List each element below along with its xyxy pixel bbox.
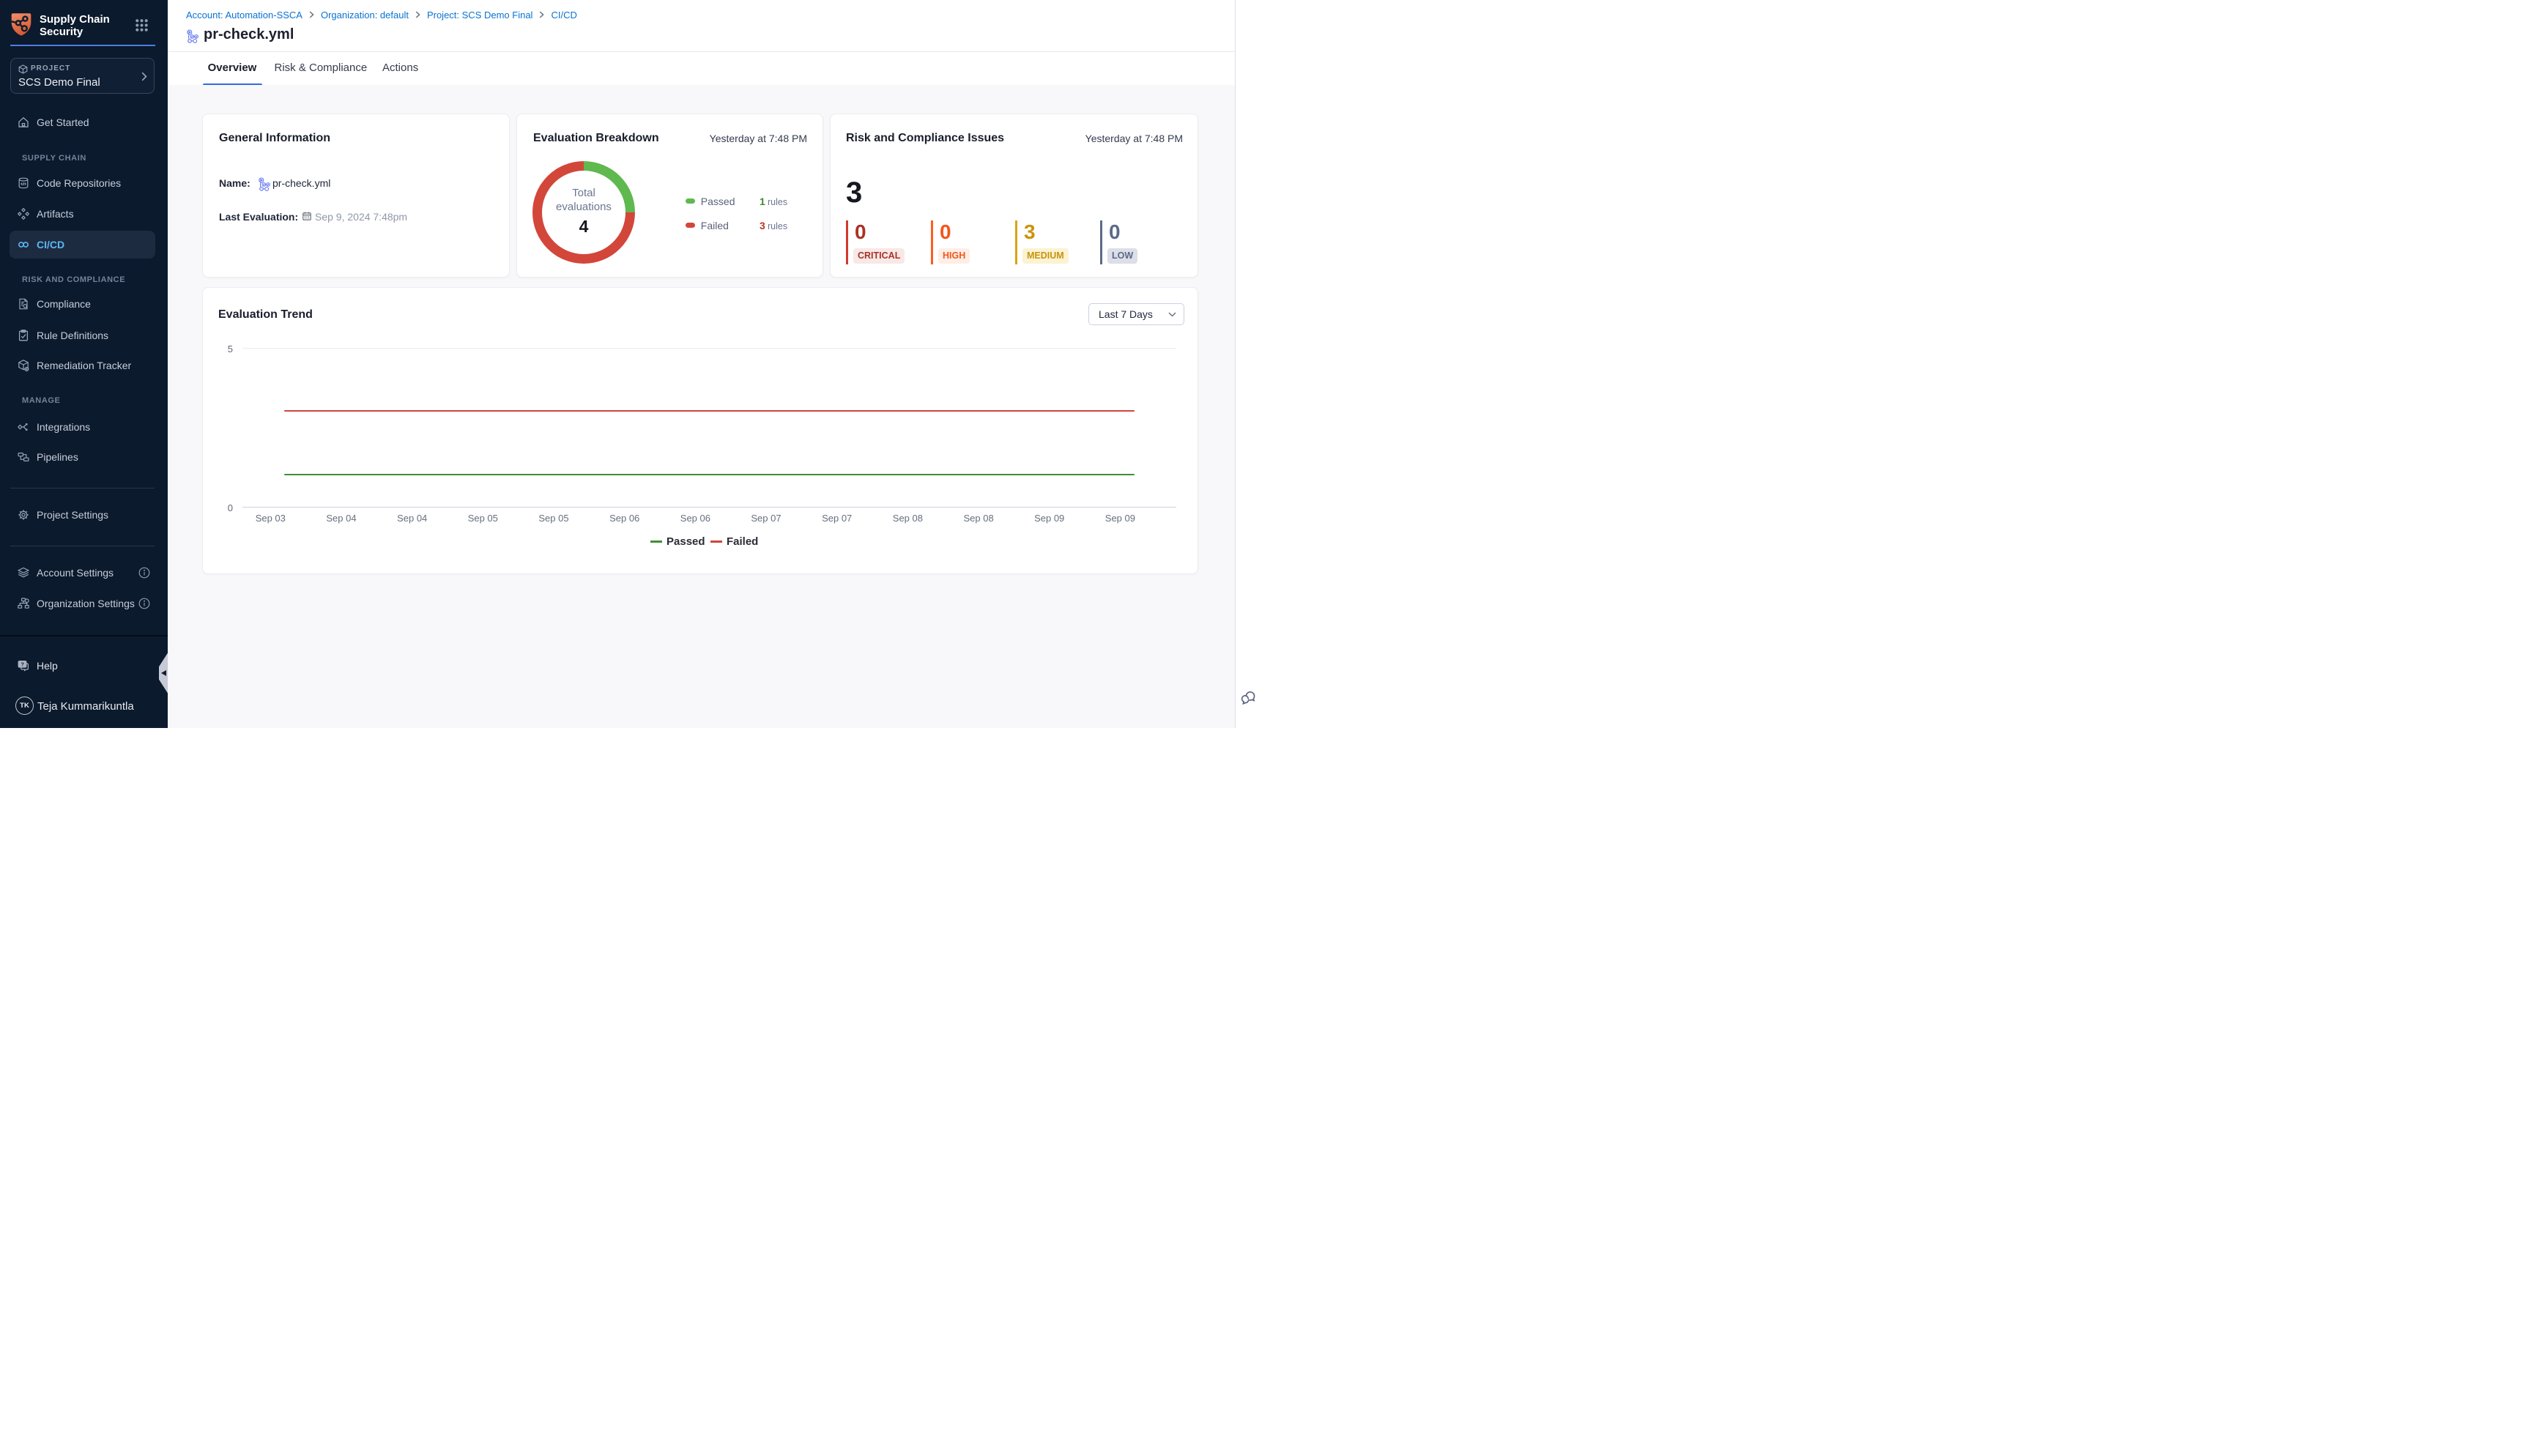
- svg-text:?: ?: [21, 662, 24, 667]
